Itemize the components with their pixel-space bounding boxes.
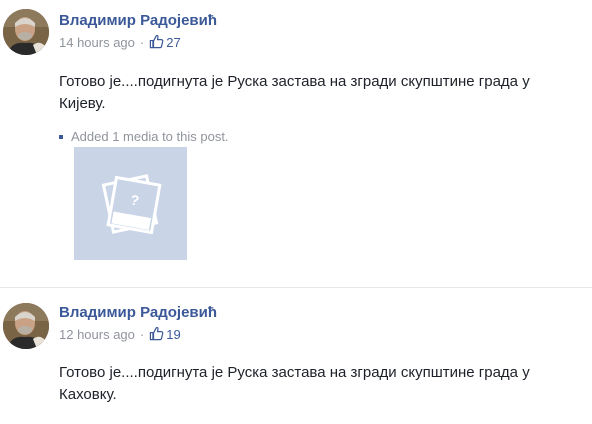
bullet-icon [59,134,63,139]
timestamp[interactable]: 14 hours ago [59,35,135,50]
avatar-photo [3,303,49,349]
media-note: Added 1 media to this post. [59,129,229,144]
image-placeholder-icon: ? [101,174,162,235]
like-count[interactable]: 27 [166,35,180,50]
post-divider [0,287,592,288]
author-name[interactable]: Владимир Радојевић [59,304,217,321]
meta-separator: · [139,35,145,50]
post-meta: 14 hours ago · 27 [59,34,181,50]
avatar[interactable] [3,9,49,55]
avatar[interactable] [3,303,49,349]
media-note-text: Added 1 media to this post. [71,129,229,144]
media-thumbnail[interactable]: ? [74,147,187,260]
like-count[interactable]: 19 [166,327,180,342]
author-name[interactable]: Владимир Радојевић [59,12,217,29]
thumbs-up-icon[interactable] [149,326,164,341]
post-meta: 12 hours ago · 19 [59,326,181,342]
timestamp[interactable]: 12 hours ago [59,327,135,342]
post-text: Готово је....подигнута је Руска застава … [59,73,530,112]
meta-separator: · [139,327,145,342]
post-text: Готово је....подигнута је Руска застава … [59,364,530,403]
avatar-photo [3,9,49,55]
feed: Владимир Радојевић 14 hours ago · 27 Гот… [0,0,592,424]
thumbs-up-icon[interactable] [149,34,164,49]
